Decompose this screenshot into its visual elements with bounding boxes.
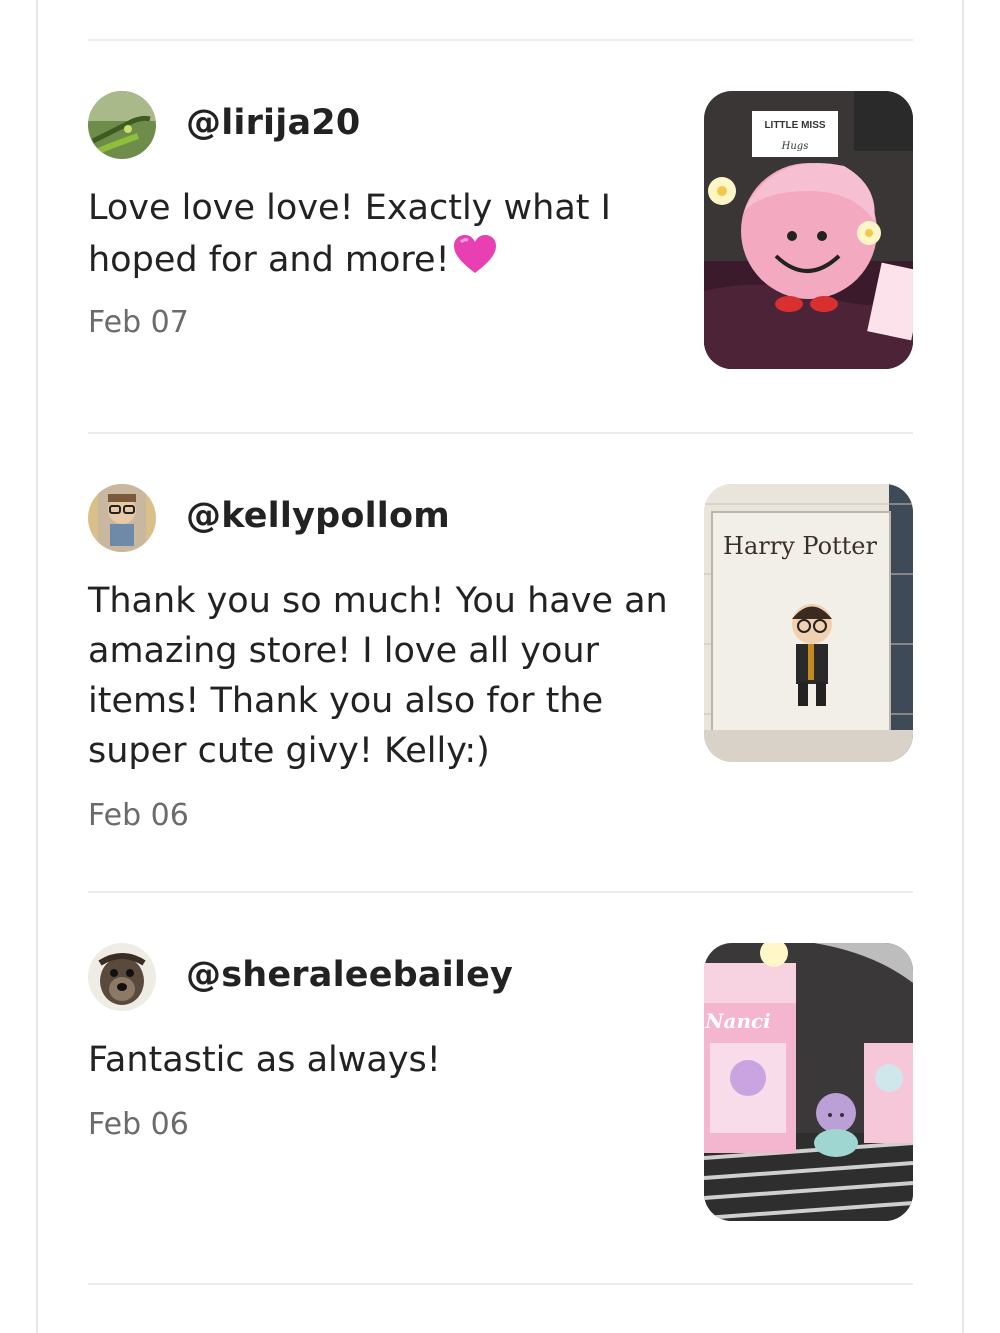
photo-label: LITTLE MISS [764, 120, 825, 131]
review-text: Thank you so much! You have an amazing s… [88, 581, 668, 771]
heart-icon [452, 233, 498, 289]
page-frame-left [36, 0, 38, 1333]
photo-label: Nanci [704, 1009, 771, 1033]
divider [88, 891, 913, 893]
review-item: @lirija20 Love love love! Exactly what I… [88, 91, 913, 391]
avatar[interactable] [88, 943, 156, 1011]
review-item: @kellypollom Thank you so much! You have… [88, 484, 913, 864]
review-item: @sheraleebailey Fantastic as always! Feb… [88, 943, 913, 1243]
page-frame-right [962, 0, 964, 1333]
review-photo[interactable]: Nanci [704, 943, 913, 1221]
photo-sublabel: Hugs [781, 141, 809, 152]
review-text: Love love love! Exactly what I hoped for… [88, 183, 668, 289]
review-photo[interactable]: LITTLE MISS Hugs [704, 91, 913, 369]
divider [88, 39, 913, 41]
avatar[interactable] [88, 91, 156, 159]
divider [88, 1283, 913, 1285]
photo-label: Harry Potter [723, 532, 877, 560]
avatar[interactable] [88, 484, 156, 552]
review-text: Fantastic as always! [88, 1040, 441, 1080]
reviewer-username[interactable]: @lirija20 [186, 103, 360, 143]
reviewer-username[interactable]: @sheraleebailey [186, 955, 513, 995]
divider [88, 432, 913, 434]
review-date: Feb 06 [88, 798, 189, 833]
review-date: Feb 06 [88, 1107, 189, 1142]
review-photo[interactable]: Harry Potter [704, 484, 913, 762]
review-date: Feb 07 [88, 305, 189, 340]
reviewer-username[interactable]: @kellypollom [186, 496, 450, 536]
